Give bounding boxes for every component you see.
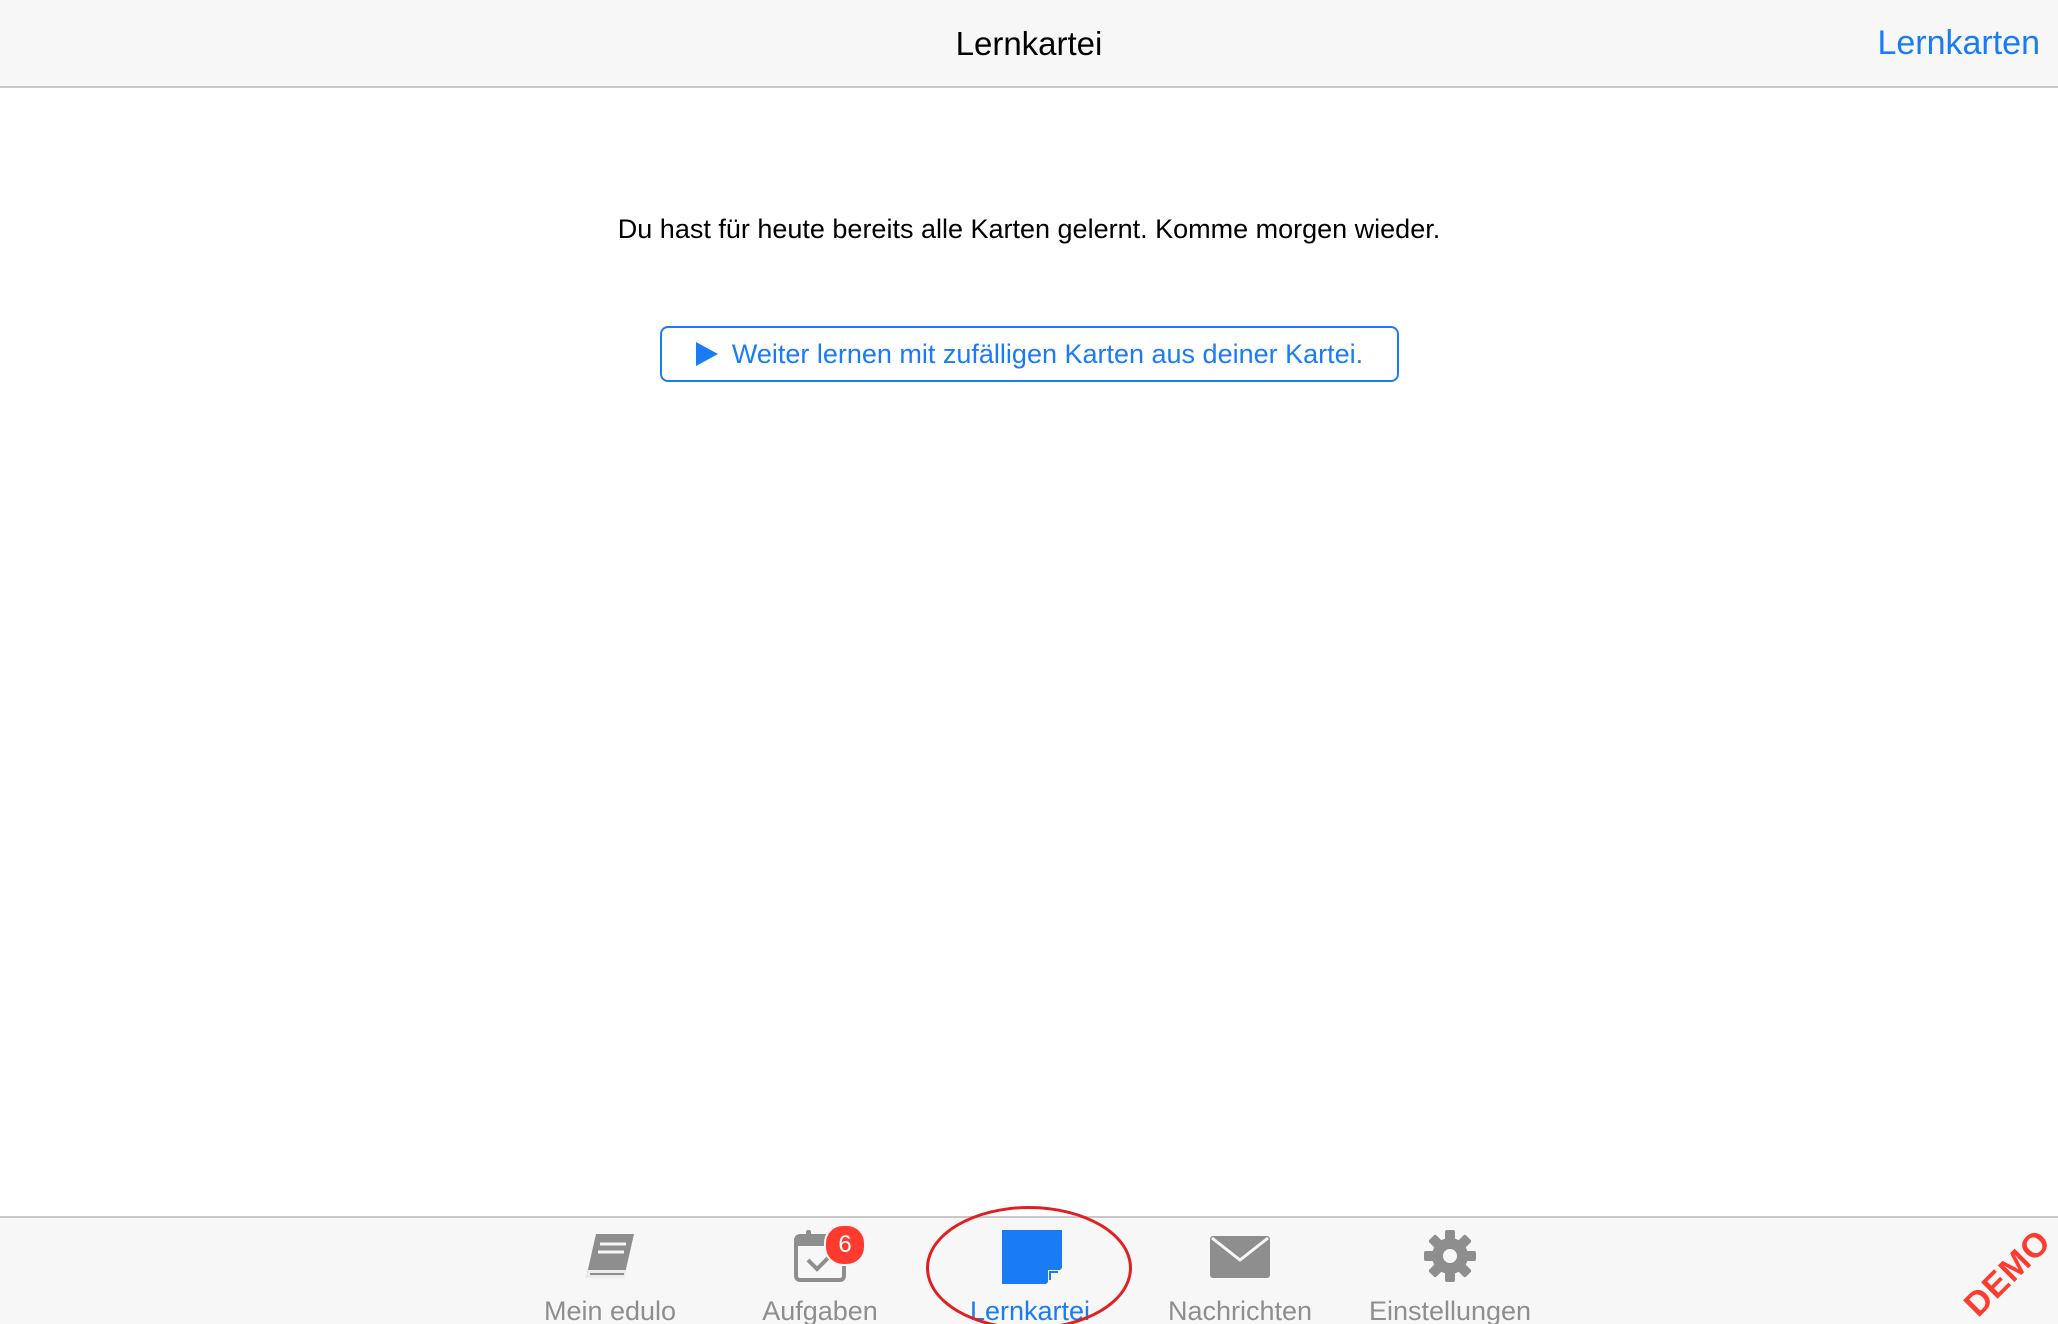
tab-lernkartei[interactable]: Lernkartei	[935, 1228, 1125, 1324]
continue-random-cards-button[interactable]: Weiter lernen mit zufälligen Karten aus …	[660, 326, 1399, 382]
continue-button-label: Weiter lernen mit zufälligen Karten aus …	[731, 338, 1364, 369]
tab-nachrichten[interactable]: Nachrichten	[1145, 1228, 1335, 1324]
tab-label: Nachrichten	[1167, 1296, 1313, 1324]
tab-einstellungen[interactable]: Einstellungen	[1355, 1228, 1545, 1324]
tab-label: Einstellungen	[1368, 1296, 1532, 1324]
tab-aufgaben[interactable]: 6 Aufgaben	[725, 1224, 915, 1324]
flashcard-icon	[998, 1228, 1062, 1284]
tab-bar: Mein edulo 6 Aufgaben Lernkartei Nachric…	[0, 1216, 2058, 1324]
tab-label: Mein edulo	[543, 1296, 677, 1324]
page-title: Lernkartei	[955, 25, 1103, 62]
navigation-bar: Lernkartei Lernkarten	[0, 0, 2058, 88]
envelope-icon	[1208, 1228, 1272, 1284]
tasks-badge: 6	[824, 1224, 866, 1266]
lernkarten-button[interactable]: Lernkarten	[1877, 23, 2040, 63]
gear-icon	[1418, 1228, 1482, 1284]
calendar-check-icon: 6	[788, 1224, 866, 1284]
book-icon	[578, 1228, 642, 1284]
tab-label: Aufgaben	[762, 1296, 878, 1324]
all-cards-learned-message: Du hast für heute bereits alle Karten ge…	[617, 214, 1441, 244]
tab-mein-edulo[interactable]: Mein edulo	[515, 1228, 705, 1324]
tab-label: Lernkartei	[969, 1296, 1091, 1324]
main-content: Du hast für heute bereits alle Karten ge…	[0, 88, 2058, 1216]
app-window: Lernkartei Lernkarten Du hast für heute …	[0, 0, 2058, 1324]
play-icon	[695, 342, 718, 366]
